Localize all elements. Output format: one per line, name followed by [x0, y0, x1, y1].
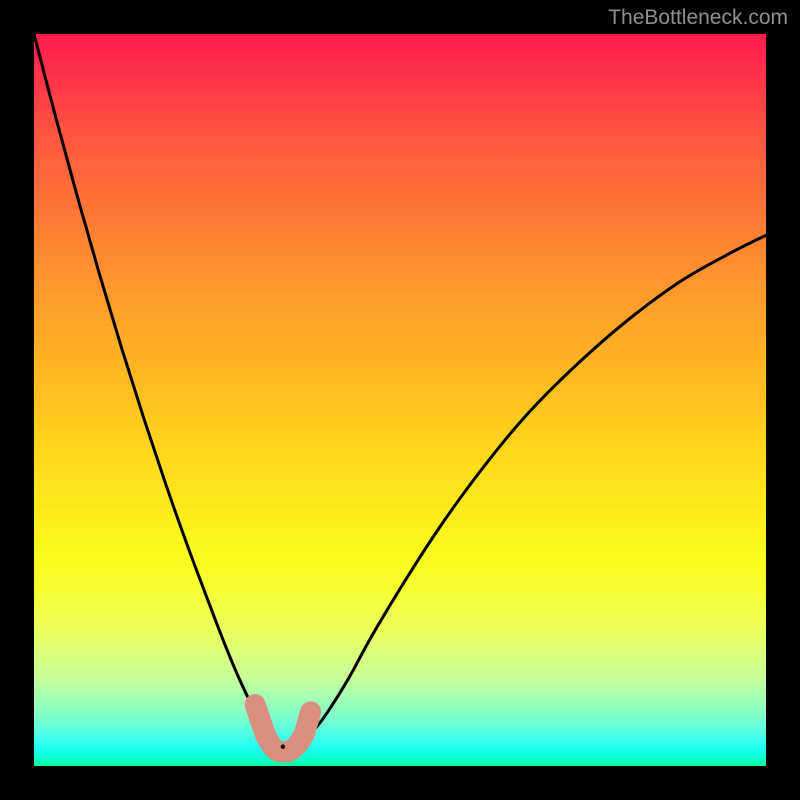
- watermark-text: TheBottleneck.com: [608, 6, 788, 30]
- chart-frame: TheBottleneck.com: [0, 0, 800, 800]
- background-gradient: [34, 34, 766, 766]
- bottom-stripe: [34, 750, 766, 766]
- plot-area: [34, 34, 766, 766]
